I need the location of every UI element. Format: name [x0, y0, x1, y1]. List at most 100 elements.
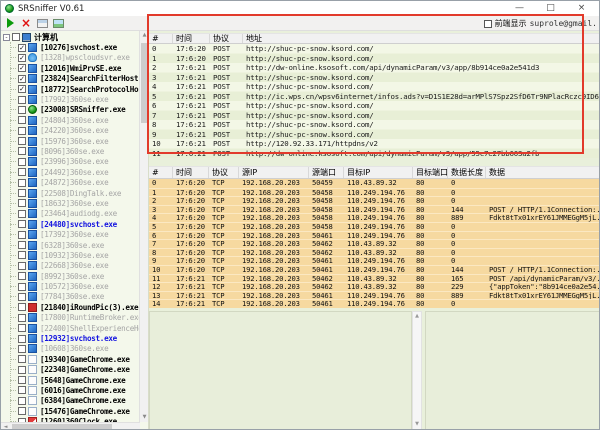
tree-item[interactable]: [8096]360se.exe: [1, 146, 140, 156]
window-option-button[interactable]: [35, 17, 49, 30]
process-checkbox[interactable]: [18, 293, 26, 301]
close-button[interactable]: ×: [566, 1, 597, 16]
url-row[interactable]: 717:6:21POSThttp://shuc-pc-snow.ksord.co…: [149, 111, 600, 121]
packet-row[interactable]: 017:6:20TCP192.168.20.20350459110.43.89.…: [149, 179, 600, 188]
url-row[interactable]: 917:6:21POSThttp://shuc-pc-snow.ksord.co…: [149, 130, 600, 140]
process-checkbox[interactable]: [18, 168, 26, 176]
tree-item[interactable]: ✓[10276]svchost.exe: [1, 42, 140, 52]
packet-row[interactable]: 917:6:20TCP192.168.20.20350461110.249.19…: [149, 256, 600, 265]
process-checkbox[interactable]: [18, 137, 26, 145]
process-checkbox[interactable]: [18, 345, 26, 353]
stop-capture-button[interactable]: ×: [19, 17, 33, 30]
tree-item[interactable]: [6016]GameChrome.exe: [1, 385, 140, 395]
packet-detail-pane[interactable]: [149, 311, 412, 430]
process-checkbox[interactable]: [18, 231, 26, 239]
tree-item[interactable]: [10932]360se.exe: [1, 250, 140, 260]
url-row[interactable]: 1017:6:21POSThttp://120.92.33.171/httpdn…: [149, 139, 600, 149]
tree-horizontal-scrollbar[interactable]: ◄ ►: [1, 422, 140, 430]
process-checkbox[interactable]: [18, 106, 26, 114]
tree-item[interactable]: [12932]svchost.exe: [1, 333, 140, 343]
url-row[interactable]: 817:6:21POSThttp://shuc-pc-snow.ksord.co…: [149, 120, 600, 130]
column-header[interactable]: 数据: [486, 167, 600, 178]
process-checkbox[interactable]: [18, 179, 26, 187]
process-checkbox[interactable]: ✓: [18, 85, 26, 93]
process-checkbox[interactable]: [18, 241, 26, 249]
process-checkbox[interactable]: [18, 96, 26, 104]
column-header[interactable]: 目标端口: [413, 167, 448, 178]
packet-row[interactable]: 117:6:20TCP192.168.20.20350458110.249.19…: [149, 188, 600, 197]
minimize-button[interactable]: —: [504, 1, 535, 16]
process-checkbox[interactable]: ✓: [18, 44, 26, 52]
tree-item[interactable]: [24492]360se.exe: [1, 167, 140, 177]
process-checkbox[interactable]: [18, 127, 26, 135]
process-checkbox[interactable]: [18, 199, 26, 207]
process-checkbox[interactable]: [18, 386, 26, 394]
url-row[interactable]: 1117:6:21POSThttp://dw-online.ksosoft.co…: [149, 149, 600, 159]
packet-hex-pane[interactable]: [425, 311, 600, 430]
column-header[interactable]: #: [149, 34, 173, 43]
url-row[interactable]: 117:6:20POSThttp://shuc-pc-snow.ksord.co…: [149, 54, 600, 64]
scroll-down-icon[interactable]: ▼: [413, 420, 421, 429]
front-display-checkbox[interactable]: [484, 20, 492, 28]
tree-item[interactable]: [24804]360se.exe: [1, 115, 140, 125]
tree-item[interactable]: [15476]GameChrome.exe: [1, 406, 140, 416]
tree-item[interactable]: [22508]DingTalk.exe: [1, 188, 140, 198]
column-header[interactable]: 协议: [210, 34, 243, 43]
tree-item[interactable]: ✓[12016]WmiPrvSE.exe: [1, 63, 140, 73]
tree-hscroll-thumb[interactable]: [12, 424, 112, 430]
tree-vscroll-thumb[interactable]: [141, 43, 148, 123]
tree-item[interactable]: [17800]RuntimeBroker.exe: [1, 313, 140, 323]
packet-row[interactable]: 217:6:20TCP192.168.20.20350458110.249.19…: [149, 196, 600, 205]
process-checkbox[interactable]: [18, 210, 26, 218]
maximize-button[interactable]: □: [535, 1, 566, 16]
scroll-up-icon[interactable]: ▲: [413, 312, 421, 321]
scroll-left-icon[interactable]: ◄: [1, 423, 10, 430]
tree-item[interactable]: [10572]360se.exe: [1, 281, 140, 291]
packet-row[interactable]: 817:6:20TCP192.168.20.20350462110.43.89.…: [149, 248, 600, 257]
tree-item[interactable]: [23008]SRSniffer.exe: [1, 105, 140, 115]
tree-item[interactable]: [19340]GameChrome.exe: [1, 354, 140, 364]
tree-item[interactable]: [22400]ShellExperienceHost: [1, 323, 140, 333]
process-checkbox[interactable]: [18, 397, 26, 405]
tree-item[interactable]: [5648]GameChrome.exe: [1, 375, 140, 385]
packet-row[interactable]: 317:6:20TCP192.168.20.20350458110.249.19…: [149, 205, 600, 214]
tree-item[interactable]: ✓[18772]SearchProtocolHost.exe: [1, 84, 140, 94]
scroll-down-icon[interactable]: ▼: [140, 413, 149, 422]
process-checkbox[interactable]: [18, 303, 26, 311]
process-checkbox[interactable]: ✓: [18, 64, 26, 72]
process-checkbox[interactable]: [18, 283, 26, 291]
tree-item[interactable]: [23996]360se.exe: [1, 157, 140, 167]
tree-item[interactable]: [10608]360se.exe: [1, 344, 140, 354]
process-checkbox[interactable]: [18, 220, 26, 228]
tree-item[interactable]: ✓[23824]SearchFilterHost.exe: [1, 74, 140, 84]
process-checkbox[interactable]: [18, 355, 26, 363]
packet-row[interactable]: 1117:6:21TCP192.168.20.20350462110.43.89…: [149, 274, 600, 283]
packet-row[interactable]: 517:6:20TCP192.168.20.20350458110.249.19…: [149, 222, 600, 231]
column-header[interactable]: 数据长度: [448, 167, 486, 178]
process-checkbox[interactable]: [18, 147, 26, 155]
column-header[interactable]: 源端口: [309, 167, 344, 178]
url-row[interactable]: 517:6:21POSThttp://ic.wps.cn/wpsv6intern…: [149, 92, 600, 102]
process-checkbox[interactable]: [18, 376, 26, 384]
tree-item[interactable]: [18632]360se.exe: [1, 198, 140, 208]
collapse-expander-icon[interactable]: -: [3, 34, 10, 41]
packet-row[interactable]: 1017:6:20TCP192.168.20.20350461110.249.1…: [149, 265, 600, 274]
process-checkbox[interactable]: [18, 116, 26, 124]
tree-item[interactable]: [21840]iRoundPic(3).exe: [1, 302, 140, 312]
tree-item[interactable]: [6328]360se.exe: [1, 240, 140, 250]
process-checkbox[interactable]: [18, 262, 26, 270]
process-checkbox[interactable]: [18, 189, 26, 197]
url-row[interactable]: 217:6:21POSThttp://dw-online.ksosoft.com…: [149, 63, 600, 73]
tree-root[interactable]: - 计算机: [1, 32, 140, 42]
column-header[interactable]: 源IP: [239, 167, 309, 178]
tree-item[interactable]: [17392]360se.exe: [1, 229, 140, 239]
tree-item[interactable]: [8992]360se.exe: [1, 271, 140, 281]
tree-item[interactable]: [6384]GameChrome.exe: [1, 396, 140, 406]
packet-row[interactable]: 1217:6:21TCP192.168.20.20350462110.43.89…: [149, 282, 600, 291]
column-header[interactable]: 时间: [173, 34, 210, 43]
process-checkbox[interactable]: [18, 335, 26, 343]
column-header[interactable]: 时间: [173, 167, 209, 178]
column-header[interactable]: 协议: [209, 167, 239, 178]
process-checkbox[interactable]: [18, 158, 26, 166]
tree-item[interactable]: [24872]360se.exe: [1, 177, 140, 187]
